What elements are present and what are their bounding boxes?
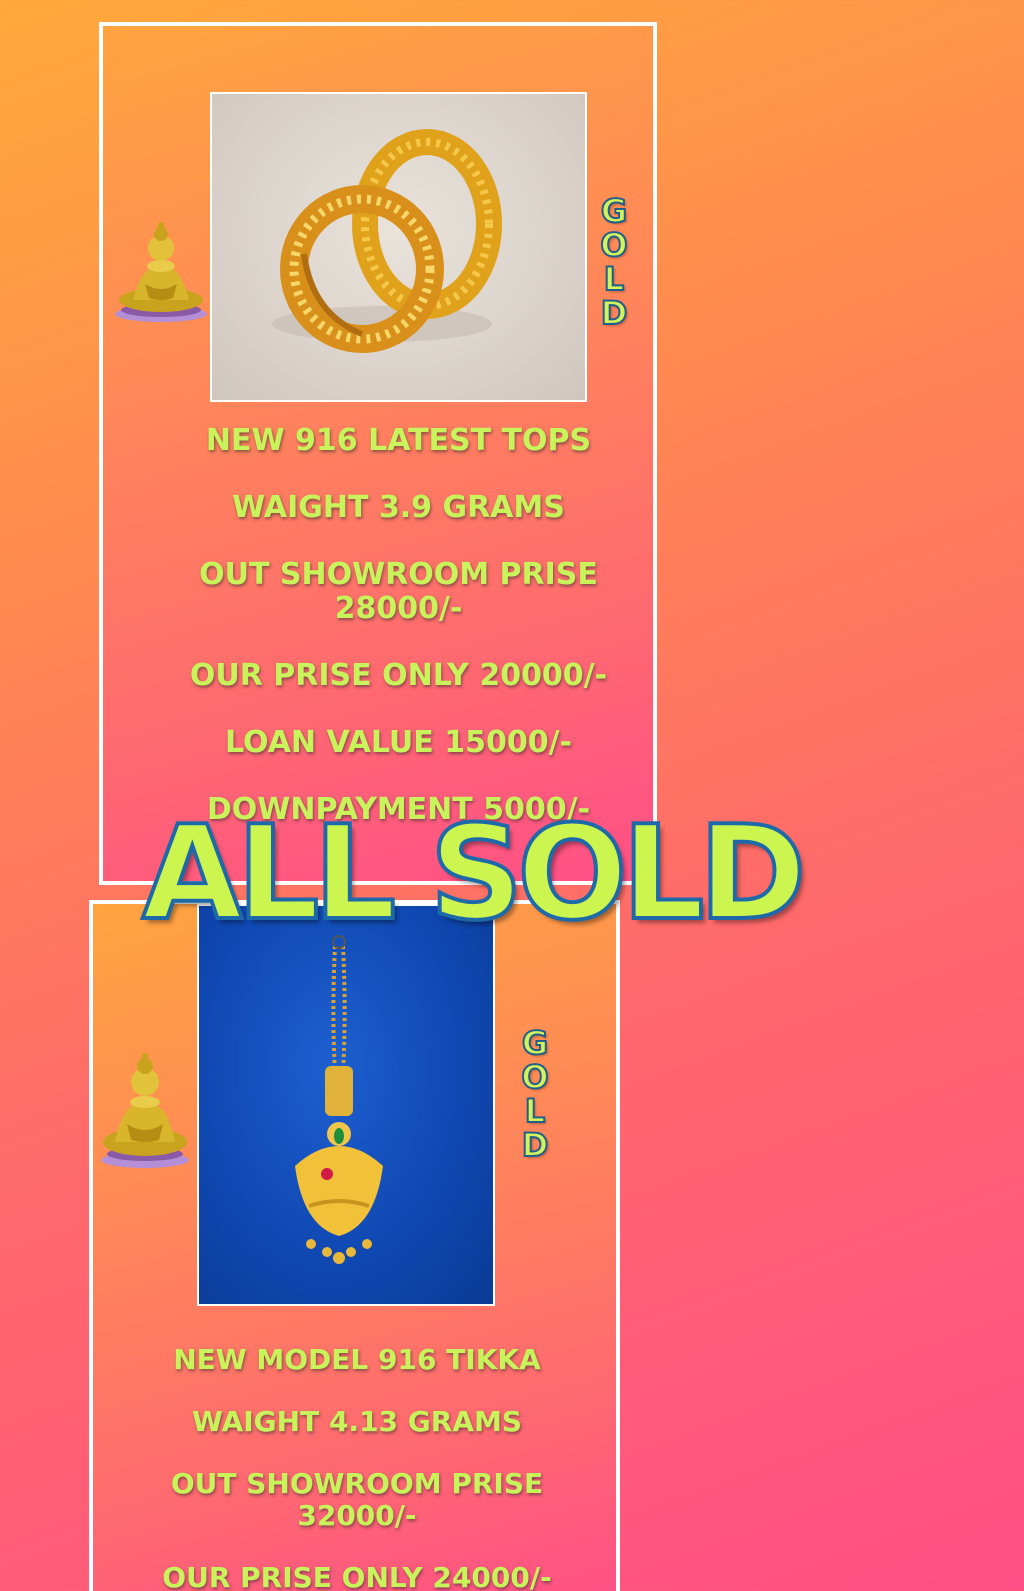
tikka-photo [197,904,495,1306]
our-price: OUR PRISE ONLY 24000/- [162,1561,552,1591]
gold-label: GOLD [594,191,634,329]
product-details: NEW MODEL 916 TIKKA WAIGHT 4.13 GRAMS OU… [87,1344,627,1591]
loan-value: LOAN VALUE 15000/- [224,725,573,760]
our-price: OUR PRISE ONLY 20000/- [189,658,608,693]
product-title: NEW 916 LATEST TOPS [205,423,592,458]
buddha-statue-icon [97,1044,193,1175]
product-card: GOLD NEW MODEL 916 TIKKA WAIGHT 4.13 GRA… [89,900,620,1591]
product-title: NEW MODEL 916 TIKKA [173,1343,541,1376]
product-details: NEW 916 LATEST TOPS WAIGHT 3.9 GRAMS OUT… [101,424,696,860]
all-sold-overlay: ALL SOLD [140,797,808,949]
earrings-photo [210,92,587,402]
gold-label: GOLD [515,1023,555,1161]
showroom-price: OUT SHOWROOM PRISE 28000/- [199,557,598,626]
product-weight: WAIGHT 3.9 GRAMS [232,490,565,525]
buddha-statue-icon [111,214,211,329]
product-weight: WAIGHT 4.13 GRAMS [191,1405,523,1438]
page: { "overlay_text": "ALL SOLD", "colors": … [0,0,1024,1591]
product-card: GOLD NEW 916 LATEST TOPS WAIGHT 3.9 GRAM… [99,22,657,885]
showroom-price: OUT SHOWROOM PRISE 32000/- [170,1467,544,1532]
